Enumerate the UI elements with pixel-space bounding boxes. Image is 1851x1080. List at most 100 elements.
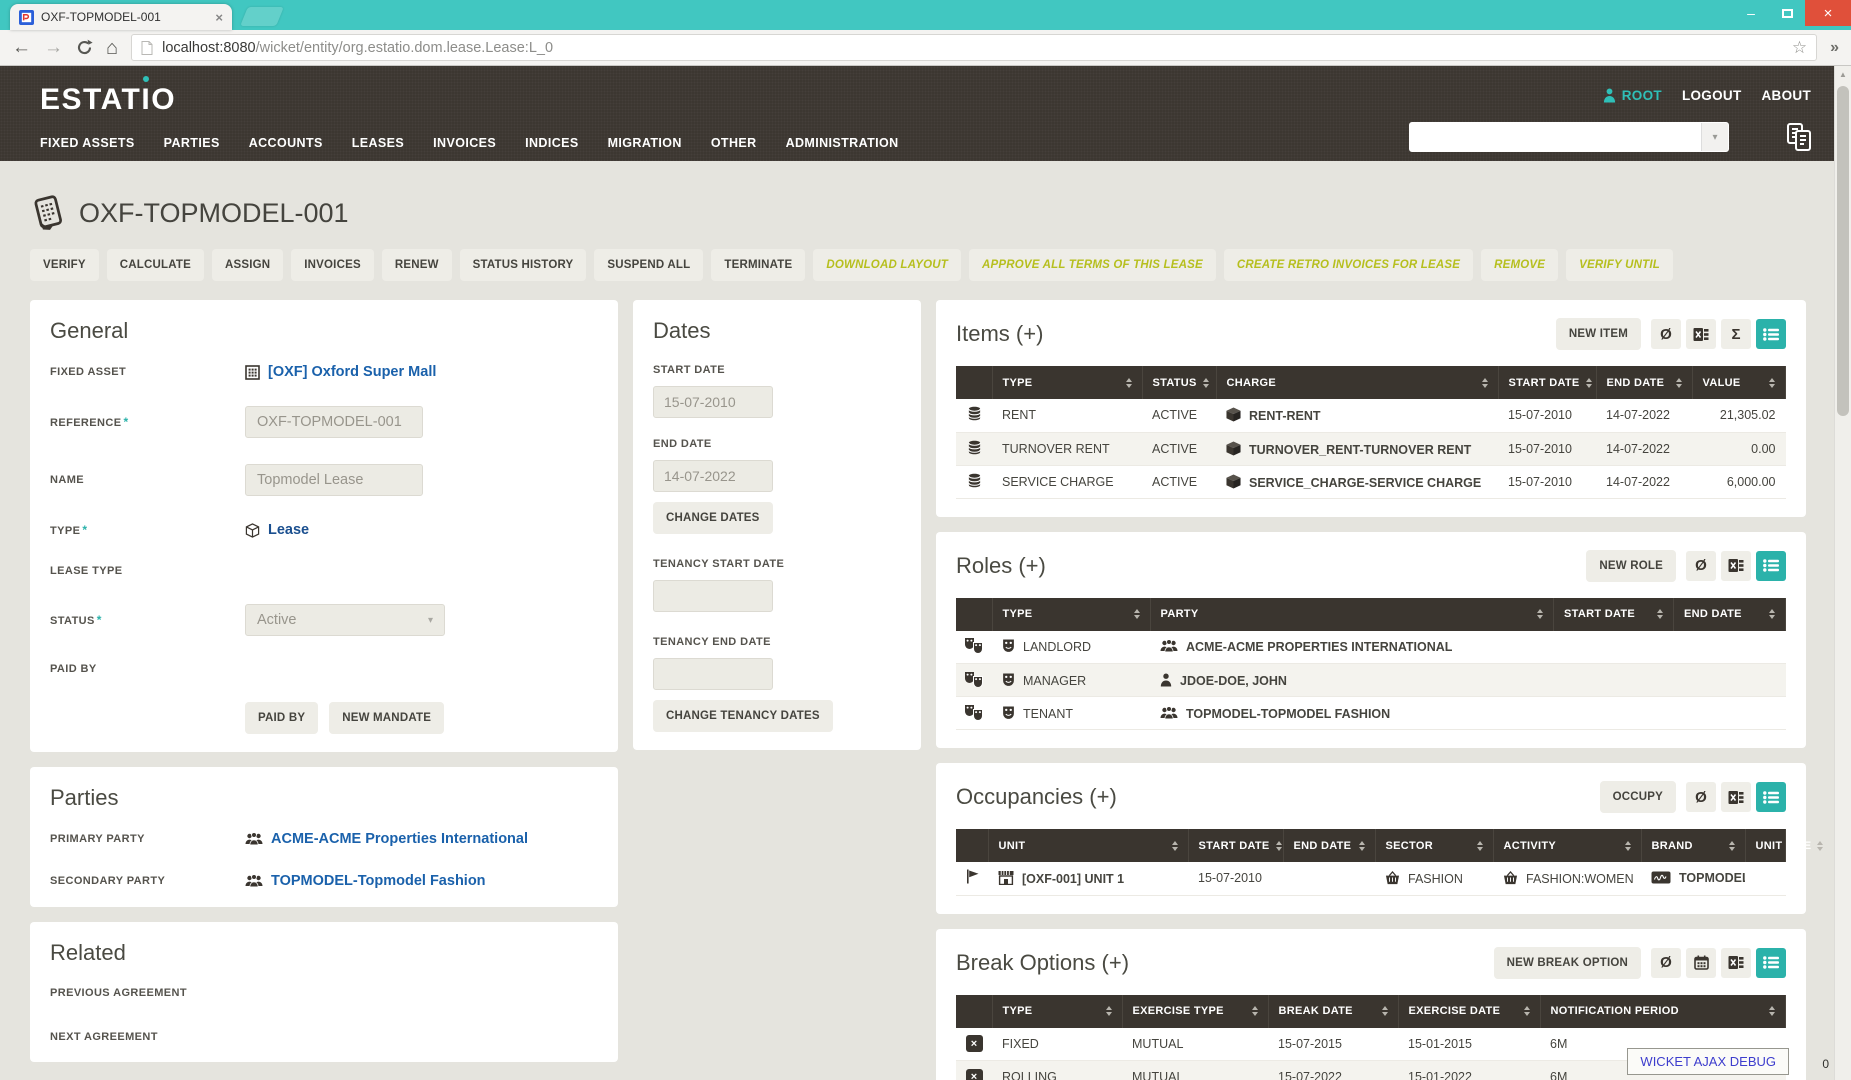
verify-until-button[interactable]: VERIFY UNTIL — [1566, 249, 1673, 281]
export-excel-icon[interactable] — [1721, 551, 1751, 581]
about-link[interactable]: ABOUT — [1762, 88, 1812, 103]
calendar-icon[interactable] — [1686, 948, 1716, 978]
assign-button[interactable]: ASSIGN — [212, 249, 283, 281]
occupancies-col-unit-size[interactable]: UNIT SIZE — [1745, 829, 1786, 862]
occupancies-col-sector[interactable]: SECTOR — [1375, 829, 1493, 862]
search-input[interactable] — [1410, 123, 1701, 151]
roles-col-party[interactable]: PARTY — [1150, 598, 1554, 631]
hide-columns-icon[interactable]: Ø — [1651, 948, 1681, 978]
items-col-value[interactable]: VALUE — [1692, 366, 1786, 399]
wicket-ajax-debug-button[interactable]: WICKET AJAX DEBUG — [1627, 1048, 1789, 1075]
new-item-button[interactable]: NEW ITEM — [1556, 318, 1641, 350]
current-user[interactable]: ROOT — [1603, 88, 1662, 103]
scroll-up-icon[interactable]: ▲ — [1835, 66, 1851, 83]
hide-columns-icon[interactable]: Ø — [1686, 782, 1716, 812]
url-bar[interactable]: localhost:8080/wicket/entity/org.estatio… — [131, 34, 1817, 61]
download-layout-button[interactable]: DOWNLOAD LAYOUT — [813, 249, 961, 281]
coins-icon[interactable] — [956, 399, 992, 432]
coins-icon[interactable] — [956, 432, 992, 465]
masks-icon[interactable] — [956, 664, 992, 697]
browser-tab[interactable]: OXF-TOPMODEL-001 × — [10, 4, 232, 30]
type-link[interactable]: Lease — [245, 522, 598, 538]
hide-columns-icon[interactable]: Ø — [1651, 319, 1681, 349]
home-icon[interactable]: ⌂ — [106, 38, 118, 58]
remove-button[interactable]: REMOVE — [1481, 249, 1558, 281]
minimize-button[interactable]: – — [1733, 0, 1769, 26]
items-col-status[interactable]: STATUS — [1142, 366, 1216, 399]
back-icon[interactable]: ← — [12, 38, 31, 57]
hide-columns-icon[interactable]: Ø — [1686, 551, 1716, 581]
nav-migration[interactable]: MIGRATION — [608, 136, 682, 150]
nav-parties[interactable]: PARTIES — [164, 136, 220, 150]
status-history-button[interactable]: STATUS HISTORY — [460, 249, 587, 281]
primary-party-link[interactable]: ACME-ACME Properties International — [245, 831, 598, 847]
items-title[interactable]: Items (+) — [956, 321, 1043, 347]
nav-indices[interactable]: INDICES — [525, 136, 579, 150]
nav-fixed-assets[interactable]: FIXED ASSETS — [40, 136, 135, 150]
create-retro-invoices-button[interactable]: CREATE RETRO INVOICES FOR LEASE — [1224, 249, 1473, 281]
secondary-party-link[interactable]: TOPMODEL-Topmodel Fashion — [245, 873, 598, 889]
approve-all-terms-button[interactable]: APPROVE ALL TERMS OF THIS LEASE — [969, 249, 1216, 281]
scrollbar-thumb[interactable] — [1837, 86, 1849, 416]
items-col-type[interactable]: TYPE — [992, 366, 1142, 399]
list-view-icon[interactable] — [1756, 948, 1786, 978]
break-col-exercise-date[interactable]: EXERCISE DATE — [1398, 995, 1540, 1028]
x-square-icon[interactable]: × — [956, 1061, 992, 1080]
export-excel-icon[interactable] — [1686, 319, 1716, 349]
calculate-button[interactable]: CALCULATE — [107, 249, 204, 281]
break-col-notification-period[interactable]: NOTIFICATION PERIOD — [1540, 995, 1786, 1028]
occupancies-col-activity[interactable]: ACTIVITY — [1493, 829, 1641, 862]
occupy-button[interactable]: OCCUPY — [1600, 781, 1676, 813]
nav-leases[interactable]: LEASES — [352, 136, 404, 150]
occupancies-col-brand[interactable]: BRAND — [1641, 829, 1745, 862]
occupancies-title[interactable]: Occupancies (+) — [956, 784, 1117, 810]
chevrons-icon[interactable]: » — [1830, 39, 1839, 57]
new-tab-button[interactable] — [240, 7, 284, 26]
items-col-end-date[interactable]: END DATE — [1596, 366, 1692, 399]
occupancies-col-start-date[interactable]: START DATE — [1188, 829, 1283, 862]
close-button[interactable]: × — [1805, 0, 1851, 26]
renew-button[interactable]: RENEW — [382, 249, 452, 281]
search-dropdown-icon[interactable]: ▾ — [1701, 123, 1728, 151]
occupancies-col-end-date[interactable]: END DATE — [1283, 829, 1375, 862]
scrollbar[interactable]: ▲ — [1834, 66, 1851, 1080]
items-col-start-date[interactable]: START DATE — [1498, 366, 1596, 399]
roles-title[interactable]: Roles (+) — [956, 553, 1046, 579]
list-view-icon[interactable] — [1756, 551, 1786, 581]
maximize-button[interactable] — [1769, 0, 1805, 26]
items-col-charge[interactable]: CHARGE — [1216, 366, 1498, 399]
x-square-icon[interactable]: × — [956, 1028, 992, 1061]
summary-sigma-icon[interactable]: Σ — [1721, 319, 1751, 349]
bookmark-star-icon[interactable]: ☆ — [1792, 38, 1807, 58]
forward-icon[interactable]: → — [44, 38, 63, 57]
tab-close-icon[interactable]: × — [215, 11, 223, 24]
nav-other[interactable]: OTHER — [711, 136, 757, 150]
nav-administration[interactable]: ADMINISTRATION — [786, 136, 899, 150]
break-col-break-date[interactable]: BREAK DATE — [1268, 995, 1398, 1028]
terminate-button[interactable]: TERMINATE — [711, 249, 805, 281]
break-options-title[interactable]: Break Options (+) — [956, 950, 1129, 976]
roles-col-start-date[interactable]: START DATE — [1554, 598, 1674, 631]
new-mandate-button[interactable]: NEW MANDATE — [329, 702, 444, 734]
export-excel-icon[interactable] — [1721, 948, 1751, 978]
logout-link[interactable]: LOGOUT — [1682, 88, 1742, 103]
masks-icon[interactable] — [956, 631, 992, 664]
change-tenancy-dates-button[interactable]: CHANGE TENANCY DATES — [653, 700, 833, 732]
new-role-button[interactable]: NEW ROLE — [1586, 550, 1676, 582]
copy-pages-icon[interactable] — [1785, 122, 1813, 158]
roles-col-type[interactable]: TYPE — [992, 598, 1150, 631]
coins-icon[interactable] — [956, 465, 992, 498]
invoices-button[interactable]: INVOICES — [291, 249, 374, 281]
occupancies-col-unit[interactable]: UNIT — [988, 829, 1188, 862]
export-excel-icon[interactable] — [1721, 782, 1751, 812]
fixed-asset-link[interactable]: [OXF] Oxford Super Mall — [245, 364, 598, 380]
break-col-type[interactable]: TYPE — [992, 995, 1122, 1028]
nav-accounts[interactable]: ACCOUNTS — [249, 136, 323, 150]
list-view-icon[interactable] — [1756, 782, 1786, 812]
verify-button[interactable]: VERIFY — [30, 249, 99, 281]
nav-invoices[interactable]: INVOICES — [433, 136, 496, 150]
break-col-exercise-type[interactable]: EXERCISE TYPE — [1122, 995, 1268, 1028]
refresh-icon[interactable] — [76, 39, 93, 56]
flag-icon[interactable] — [956, 862, 988, 895]
roles-col-end-date[interactable]: END DATE — [1674, 598, 1786, 631]
